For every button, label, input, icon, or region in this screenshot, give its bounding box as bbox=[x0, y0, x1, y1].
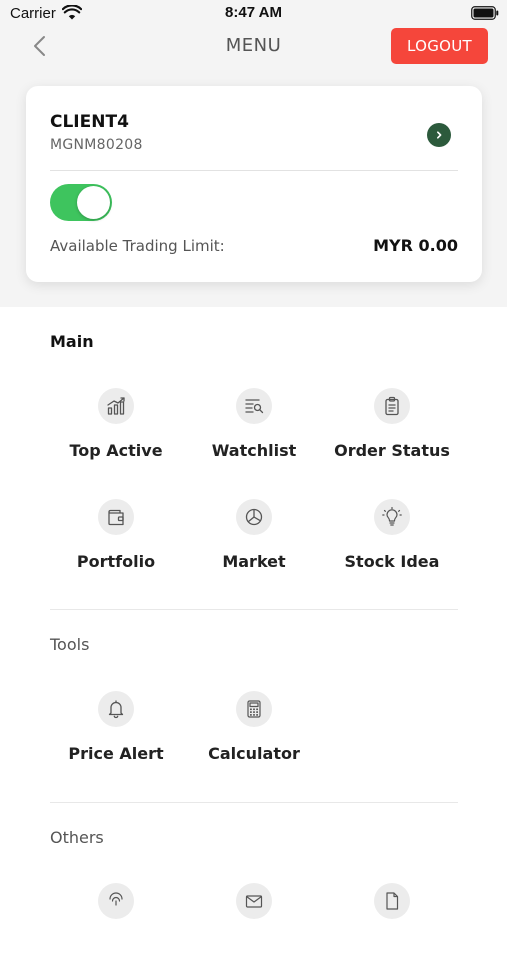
menu-item-label: Top Active bbox=[69, 441, 163, 460]
bell-icon bbox=[98, 691, 134, 727]
clipboard-icon bbox=[374, 388, 410, 424]
account-card: CLIENT4 MGNM80208 Available Trading Limi… bbox=[26, 86, 482, 282]
list-search-icon bbox=[236, 388, 272, 424]
menu-item-watchlist[interactable]: Watchlist bbox=[185, 388, 323, 478]
bar-chart-icon bbox=[98, 388, 134, 424]
battery-icon bbox=[471, 6, 499, 20]
menu-item-portfolio[interactable]: Portfolio bbox=[47, 499, 185, 589]
lightbulb-icon bbox=[374, 499, 410, 535]
status-time: 8:47 AM bbox=[225, 4, 282, 21]
menu-item-label: Price Alert bbox=[68, 744, 164, 763]
document-icon bbox=[374, 883, 410, 919]
trading-limit-label: Available Trading Limit: bbox=[50, 237, 225, 255]
menu-item-label: Order Status bbox=[334, 441, 450, 460]
menu-item-label: Calculator bbox=[208, 744, 300, 763]
menu-item-label: Stock Idea bbox=[344, 552, 440, 571]
menu-item-mail[interactable] bbox=[185, 883, 323, 973]
calculator-icon bbox=[236, 691, 272, 727]
card-divider bbox=[50, 170, 458, 171]
section-title-others: Others bbox=[50, 828, 104, 847]
section-divider bbox=[50, 802, 458, 803]
menu-item-price-alert[interactable]: Price Alert bbox=[47, 691, 185, 781]
menu-item-stock-idea[interactable]: Stock Idea bbox=[323, 499, 461, 589]
menu-item-label: Market bbox=[222, 552, 286, 571]
wallet-icon bbox=[98, 499, 134, 535]
section-title-tools: Tools bbox=[50, 635, 90, 654]
logout-button[interactable]: LOGOUT bbox=[391, 28, 488, 64]
trading-limit-value: MYR 0.00 bbox=[373, 236, 458, 255]
mail-icon bbox=[236, 883, 272, 919]
section-title-main: Main bbox=[50, 332, 94, 351]
menu-item-fingerprint[interactable] bbox=[47, 883, 185, 973]
chevron-right-icon bbox=[437, 131, 442, 139]
account-details-button[interactable] bbox=[427, 123, 451, 147]
menu-item-calculator[interactable]: Calculator bbox=[185, 691, 323, 781]
section-divider bbox=[50, 609, 458, 610]
client-id: MGNM80208 bbox=[50, 137, 143, 153]
account-toggle[interactable] bbox=[50, 184, 112, 221]
menu-item-order-status[interactable]: Order Status bbox=[323, 388, 461, 478]
pie-chart-icon bbox=[236, 499, 272, 535]
menu-item-label: Portfolio bbox=[76, 552, 156, 571]
fingerprint-icon bbox=[98, 883, 134, 919]
client-name: CLIENT4 bbox=[50, 112, 129, 132]
menu-item-label: Watchlist bbox=[211, 441, 297, 460]
toggle-knob bbox=[77, 186, 110, 219]
status-bar: Carrier 8:47 AM bbox=[0, 0, 507, 28]
menu-item-document[interactable] bbox=[323, 883, 461, 973]
menu-item-top-active[interactable]: Top Active bbox=[47, 388, 185, 478]
menu-item-market[interactable]: Market bbox=[185, 499, 323, 589]
